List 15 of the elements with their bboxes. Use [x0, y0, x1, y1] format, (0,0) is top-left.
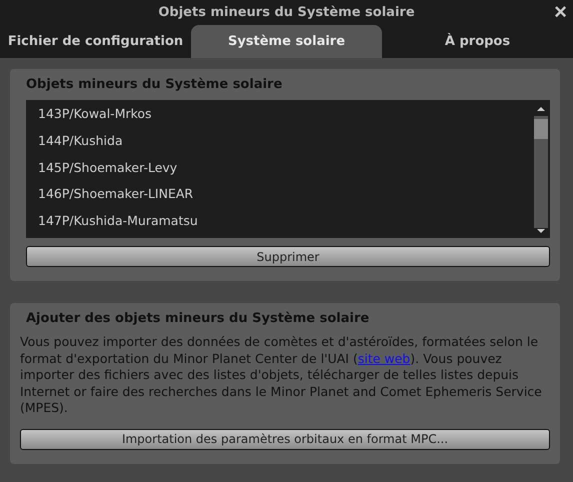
group-title: Objets mineurs du Système solaire [26, 77, 284, 92]
group-title: Ajouter des objets mineurs du Système solaire [26, 311, 370, 326]
tab[interactable]: Système solaire [191, 25, 382, 58]
close-button[interactable]: × [552, 1, 569, 23]
list-item[interactable]: 143P/Kowal-Mrkos [26, 104, 532, 131]
tab[interactable]: Fichier de configuration [0, 25, 191, 58]
import-button[interactable]: Importation des paramètres orbitaux en format MPC... [20, 428, 550, 450]
list-item[interactable]: 146P/Shoemaker-LINEAR [26, 184, 532, 212]
tab[interactable]: À propos [382, 25, 573, 58]
window-title: Objets mineurs du Système solaire [158, 5, 415, 20]
description-text: Vous pouvez importer des données de comètes et d'astéroïdes, formatées selon le format d'exportation du Minor Planet Center de l'UAI (site web). Vous pouvez importer des fichiers avec des listes d'objets, télécharger de telles listes depuis Internet or faire des recherches dans le Minor Planet and Comet Ephemeris Service (MPES). [20, 334, 543, 416]
delete-button[interactable]: Supprimer [26, 246, 550, 267]
list-item[interactable]: 144P/Kushida [26, 130, 532, 158]
list-item[interactable]: 145P/Shoemaker-Levy [26, 158, 532, 184]
list-item[interactable]: 147P/Kushida-Muramatsu [26, 211, 532, 238]
